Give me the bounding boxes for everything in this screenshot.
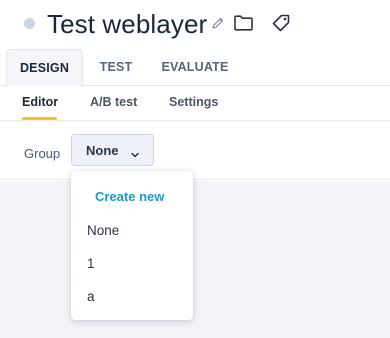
folder-icon[interactable]: [233, 14, 254, 32]
dropdown-option-none[interactable]: None: [87, 223, 119, 239]
group-select[interactable]: None: [71, 134, 154, 166]
subtab-ab-test[interactable]: A/B test: [90, 94, 137, 110]
dropdown-option-1[interactable]: 1: [87, 256, 95, 272]
subtab-settings[interactable]: Settings: [169, 94, 218, 110]
group-select-value: None: [86, 143, 119, 158]
tab-evaluate[interactable]: EVALUATE: [152, 49, 238, 86]
active-subtab-indicator: [22, 117, 57, 120]
page-title: Test weblayer: [47, 9, 208, 39]
subtab-editor[interactable]: Editor: [22, 94, 58, 110]
tag-icon[interactable]: [271, 13, 291, 33]
group-label: Group: [24, 146, 61, 161]
group-dropdown-menu: Create new None 1 a: [71, 171, 193, 320]
editor-canvas: [0, 181, 390, 338]
create-new-option[interactable]: Create new: [95, 189, 164, 205]
sub-tab-bar: Editor A/B test Settings: [0, 86, 390, 121]
chevron-down-icon: [130, 146, 140, 164]
status-indicator: [24, 18, 35, 29]
pencil-icon[interactable]: [211, 16, 225, 30]
dropdown-option-a[interactable]: a: [87, 289, 95, 305]
main-tab-bar: DESIGN TEST EVALUATE: [0, 49, 390, 86]
group-toolbar: Group None: [0, 121, 390, 180]
tab-design[interactable]: DESIGN: [6, 49, 83, 86]
tab-test[interactable]: TEST: [90, 49, 142, 86]
page-header: Test weblayer: [0, 0, 390, 50]
